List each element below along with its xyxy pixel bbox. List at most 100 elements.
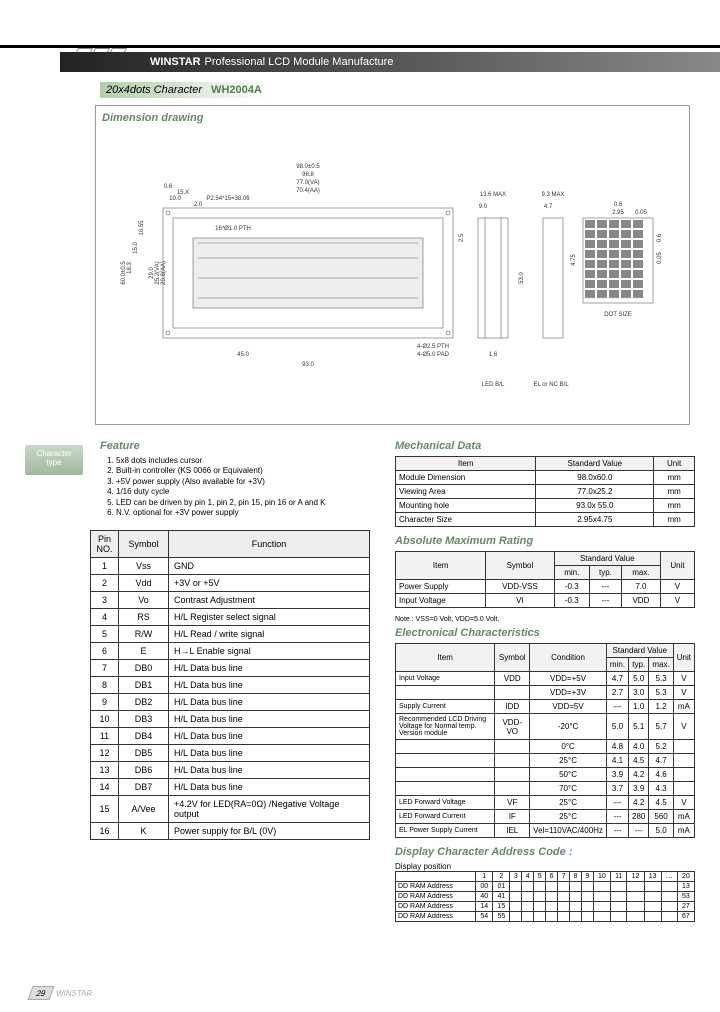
dimension-title: Dimension drawing bbox=[102, 112, 683, 124]
mech-table: Item Standard Value Unit Module Dimensio… bbox=[395, 456, 695, 527]
svg-text:LED B/L: LED B/L bbox=[481, 382, 504, 388]
svg-text:16*Ø1.0 PTH: 16*Ø1.0 PTH bbox=[215, 226, 251, 232]
svg-text:60.0±0.5: 60.0±0.5 bbox=[121, 261, 127, 285]
svg-text:0.05: 0.05 bbox=[657, 252, 663, 264]
addr-table: 12345678910111213…20DD RAM Address000113… bbox=[395, 871, 695, 922]
table-row: 1VssGND bbox=[91, 558, 370, 575]
table-row: Character Size2.95x4.75mm bbox=[396, 513, 695, 527]
svg-text:96.8: 96.8 bbox=[302, 172, 314, 178]
feature-item: 1/16 duty cycle bbox=[116, 487, 360, 497]
svg-text:EL or NC B/L: EL or NC B/L bbox=[533, 382, 569, 388]
svg-text:0.6: 0.6 bbox=[657, 233, 663, 242]
table-row: 13DB6H/L Data bus line bbox=[91, 762, 370, 779]
svg-text:53.0: 53.0 bbox=[519, 272, 525, 284]
pin-th-no: Pin NO. bbox=[91, 531, 119, 558]
svg-text:77.0(VA): 77.0(VA) bbox=[296, 180, 319, 186]
table-row: 3VoContrast Adjustment bbox=[91, 592, 370, 609]
svg-text:13.6 MAX: 13.6 MAX bbox=[479, 192, 505, 198]
svg-text:2.95: 2.95 bbox=[612, 210, 624, 216]
table-row: 4RSH/L Register select signal bbox=[91, 609, 370, 626]
table-row: DD RAM Address000113 bbox=[396, 882, 695, 892]
table-row: 12345678910111213…20 bbox=[396, 872, 695, 882]
svg-text:P2.54*15=38.06: P2.54*15=38.06 bbox=[206, 196, 250, 202]
svg-text:4.75: 4.75 bbox=[571, 254, 577, 266]
table-row: 25°C4.14.54.7 bbox=[396, 754, 695, 768]
table-row: 2Vdd+3V or +5V bbox=[91, 575, 370, 592]
table-row: DD RAM Address404153 bbox=[396, 892, 695, 902]
svg-text:0.6: 0.6 bbox=[163, 184, 172, 190]
header-bar: WINSTAR Professional LCD Module Manufact… bbox=[60, 52, 720, 72]
feature-item: +5V power supply (Also available for +3V… bbox=[116, 477, 360, 487]
svg-text:18.3: 18.3 bbox=[127, 262, 133, 274]
svg-text:98.0±0.5: 98.0±0.5 bbox=[296, 164, 320, 170]
table-row: 16KPower supply for B/L (0V) bbox=[91, 823, 370, 840]
table-row: 7DB0H/L Data bus line bbox=[91, 660, 370, 677]
table-row: Recommended LCD Driving Voltage for Norm… bbox=[396, 714, 695, 740]
table-row: 14DB7H/L Data bus line bbox=[91, 779, 370, 796]
table-row: 11DB4H/L Data bus line bbox=[91, 728, 370, 745]
svg-text:4-Ø5.0 PAD: 4-Ø5.0 PAD bbox=[417, 352, 450, 358]
page-number: 29 WINSTAR bbox=[30, 986, 92, 1000]
table-row: DD RAM Address545567 bbox=[396, 912, 695, 922]
feature-item: N.V. optional for +3V power supply bbox=[116, 508, 360, 518]
model: WH2004A bbox=[211, 84, 262, 96]
abs-table: Item Symbol Standard Value Unit min. typ… bbox=[395, 551, 695, 608]
svg-text:10.0: 10.0 bbox=[169, 196, 181, 202]
svg-text:4.7: 4.7 bbox=[543, 204, 552, 210]
table-row: 9DB2H/L Data bus line bbox=[91, 694, 370, 711]
svg-text:DOT SIZE: DOT SIZE bbox=[604, 312, 632, 318]
table-row: DD RAM Address141527 bbox=[396, 902, 695, 912]
abs-title: Absolute Maximum Rating bbox=[395, 535, 695, 547]
elec-table: Item Symbol Condition Standard Value Uni… bbox=[395, 643, 695, 838]
svg-text:2.5: 2.5 bbox=[459, 233, 465, 242]
table-row: VDD=+3V2.73.05.3V bbox=[396, 686, 695, 700]
svg-text:9.3 MAX: 9.3 MAX bbox=[541, 192, 564, 198]
table-row: Viewing Area77.0x25.2mm bbox=[396, 485, 695, 499]
dimension-box: Dimension drawing 98.0±0.5 96.8 77.0(VA)… bbox=[95, 105, 690, 425]
table-row: 50°C3.94.24.6 bbox=[396, 768, 695, 782]
feature-section: Feature 5x8 dots includes cursorBuilt-in… bbox=[100, 440, 360, 518]
addr-label: Display position bbox=[395, 862, 695, 871]
abs-note: Note : VSS=0 Volt, VDD=5.0 Volt. bbox=[395, 616, 695, 623]
brand-text: WINSTAR bbox=[150, 56, 201, 68]
table-row: Mounting hole93.0x 55.0mm bbox=[396, 499, 695, 513]
addr-title: Display Character Address Code : bbox=[395, 846, 695, 858]
svg-text:20.8(AA): 20.8(AA) bbox=[161, 261, 167, 285]
table-row: 6EH→L Enable signal bbox=[91, 643, 370, 660]
table-row: Power SupplyVDD-VSS-0.3---7.0V bbox=[396, 580, 695, 594]
svg-text:15.0: 15.0 bbox=[133, 242, 139, 254]
table-row: LED Forward VoltageVF25°C---4.24.5V bbox=[396, 796, 695, 810]
pin-th-symbol: Symbol bbox=[119, 531, 169, 558]
table-row: 10DB3H/L Data bus line bbox=[91, 711, 370, 728]
table-row: EL Power Supply CurrentIELVel=110VAC/400… bbox=[396, 824, 695, 838]
mech-title: Mechanical Data bbox=[395, 440, 695, 452]
tagline: Professional LCD Module Manufacture bbox=[205, 56, 394, 68]
svg-text:2.0: 2.0 bbox=[193, 202, 202, 208]
spec: 20x4dots Character bbox=[106, 84, 202, 96]
table-row: 70°C3.73.94.3 bbox=[396, 782, 695, 796]
table-row: Input VoltageVDDVDD=+5V4.75.05.3V bbox=[396, 672, 695, 686]
pin-table: Pin NO. Symbol Function 1VssGND2Vdd+3V o… bbox=[90, 530, 370, 840]
table-row: 8DB1H/L Data bus line bbox=[91, 677, 370, 694]
feature-title: Feature bbox=[100, 440, 360, 452]
svg-text:1.6: 1.6 bbox=[488, 352, 497, 358]
table-row: Input VoltageVI-0.3---VDDV bbox=[396, 594, 695, 608]
feature-item: LED can be driven by pin 1, pin 2, pin 1… bbox=[116, 498, 360, 508]
svg-text:0.6: 0.6 bbox=[613, 202, 622, 208]
svg-text:93.0: 93.0 bbox=[302, 362, 314, 368]
svg-text:0.05: 0.05 bbox=[635, 210, 647, 216]
right-column: Mechanical Data Item Standard Value Unit… bbox=[395, 440, 695, 930]
table-row: 12DB5H/L Data bus line bbox=[91, 745, 370, 762]
table-row: 15A/Vee+4.2V for LED(RA=0Ω) /Negative Vo… bbox=[91, 796, 370, 823]
dimension-drawing: 98.0±0.5 96.8 77.0(VA) 70.4(AA) 0.6 15.X… bbox=[102, 128, 683, 408]
subheader: 20x4dots Character WH2004A bbox=[100, 82, 268, 98]
table-row: 0°C4.84.05.2 bbox=[396, 740, 695, 754]
svg-text:45.0: 45.0 bbox=[237, 352, 249, 358]
svg-text:4-Ø2.5 PTH: 4-Ø2.5 PTH bbox=[416, 344, 448, 350]
feature-item: Built-in controller (KS 0066 or Equivale… bbox=[116, 466, 360, 476]
svg-text:10.55: 10.55 bbox=[139, 220, 145, 236]
table-row: Supply CurrentIDDVDD=5V---1.01.2mA bbox=[396, 700, 695, 714]
pin-th-function: Function bbox=[169, 531, 370, 558]
svg-text:9.0: 9.0 bbox=[478, 204, 487, 210]
character-type-badge: Character type bbox=[25, 445, 83, 475]
